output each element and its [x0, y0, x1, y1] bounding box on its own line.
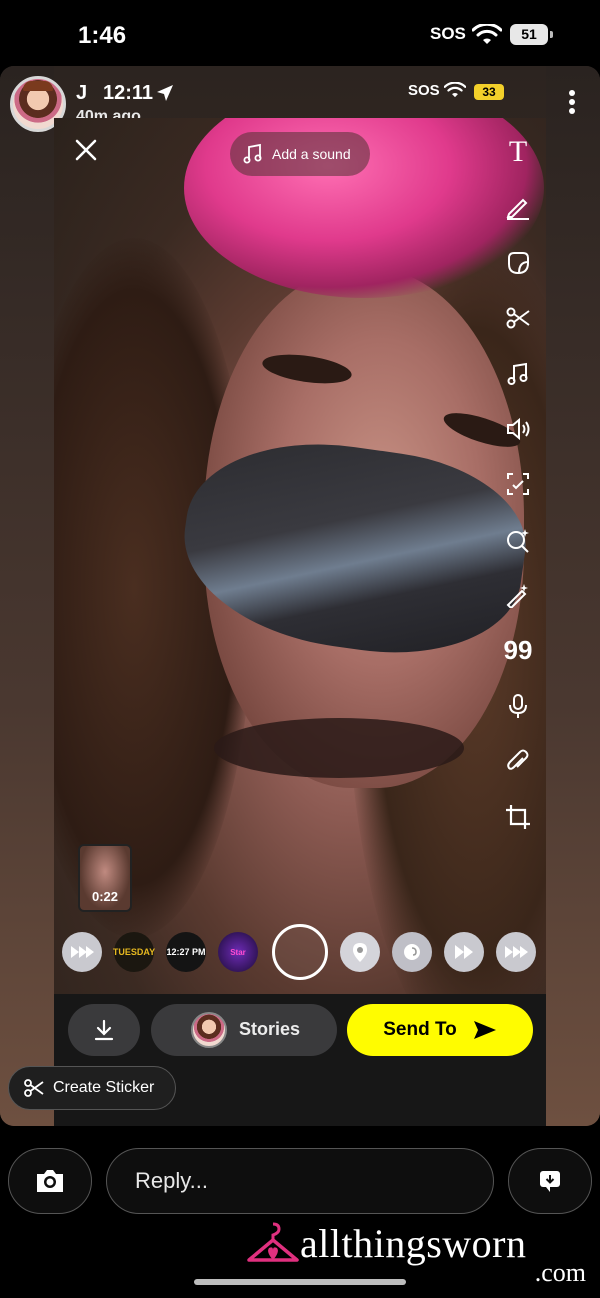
close-icon[interactable] — [74, 138, 98, 162]
add-sound-button[interactable]: Add a sound — [230, 132, 370, 176]
story-backdrop-left — [0, 66, 54, 1126]
home-indicator[interactable] — [194, 1279, 406, 1285]
snap-photo[interactable]: Add a sound T 99 0:22 — [54, 118, 546, 1060]
send-arrow-icon — [473, 1021, 496, 1039]
stories-avatar — [191, 1012, 227, 1048]
capture-button[interactable] — [272, 924, 328, 980]
download-button[interactable] — [68, 1004, 140, 1056]
speed-lens-icon[interactable] — [444, 932, 484, 972]
status-time: 1:46 — [78, 22, 127, 49]
watermark-name: allthingsworn — [300, 1221, 527, 1266]
snail-lens-icon[interactable] — [392, 932, 432, 972]
smart-select-icon[interactable] — [500, 466, 536, 502]
time-lens[interactable]: 12:27 PM — [166, 932, 206, 972]
send-to-label: Send To — [383, 1019, 457, 1040]
microphone-icon[interactable] — [500, 688, 536, 724]
magic-wand-icon[interactable] — [500, 577, 536, 613]
save-chat-icon — [540, 1171, 560, 1192]
download-icon — [94, 1019, 114, 1041]
add-sound-label: Add a sound — [272, 146, 351, 162]
pen-tool-icon[interactable] — [500, 189, 536, 225]
triple-speed-lens-icon[interactable] — [496, 932, 536, 972]
paperclip-icon[interactable] — [500, 743, 536, 779]
hanger-logo-icon — [247, 1222, 299, 1262]
camera-icon — [37, 1170, 63, 1192]
scissors-icon — [24, 1079, 44, 1097]
fast-forward-lens-icon[interactable] — [62, 932, 102, 972]
volume-icon[interactable] — [500, 411, 536, 447]
story-card[interactable]: J 12:11 40m ago SOS 33 Add a sound T 99 … — [0, 66, 600, 1126]
battery-indicator: 51 — [510, 24, 553, 45]
status-bar: 1:46 SOS 51 — [0, 0, 600, 64]
watermark: allthingsworn .com — [246, 1214, 596, 1287]
send-to-button[interactable]: Send To — [347, 1004, 533, 1056]
stories-button[interactable]: Stories — [151, 1004, 337, 1056]
location-lens-icon[interactable] — [340, 932, 380, 972]
reply-input[interactable] — [106, 1148, 494, 1214]
crop-icon[interactable] — [500, 799, 536, 835]
story-user-name[interactable]: J — [76, 82, 87, 105]
wifi-icon — [472, 24, 502, 44]
lens-carousel: TUESDAY 12:27 PM Star — [54, 924, 546, 980]
sticker-tool-icon[interactable] — [500, 245, 536, 281]
scissors-icon[interactable] — [500, 300, 536, 336]
status-sos: SOS — [430, 24, 466, 43]
tuesday-lens[interactable]: TUESDAY — [113, 932, 155, 972]
captured-wifi-icon — [444, 82, 466, 98]
editor-toolbar: T 99 — [500, 134, 536, 854]
captured-status-sos: SOS — [408, 82, 440, 99]
text-tool-icon[interactable]: T — [500, 134, 536, 170]
watermark-tld: .com — [534, 1258, 586, 1287]
ai-search-icon[interactable] — [500, 522, 536, 558]
clip-duration: 0:22 — [91, 889, 119, 904]
music-note-icon — [243, 143, 262, 164]
clip-thumbnail[interactable]: 0:22 — [78, 844, 132, 912]
save-to-chat-button[interactable] — [508, 1148, 592, 1214]
story-backdrop-right — [546, 66, 600, 1126]
story-post-time: 12:11 — [103, 82, 154, 104]
galaxy-lens[interactable]: Star — [218, 932, 258, 972]
music-tool-icon[interactable] — [500, 356, 536, 392]
camera-button[interactable] — [8, 1148, 92, 1214]
location-arrow-icon — [157, 85, 173, 101]
create-sticker-button[interactable]: Create Sticker — [8, 1066, 176, 1110]
stories-label: Stories — [239, 1019, 301, 1039]
more-options-icon[interactable] — [562, 90, 582, 118]
create-sticker-label: Create Sticker — [53, 1079, 155, 1096]
quote-icon[interactable]: 99 — [500, 633, 536, 669]
captured-battery-indicator: 33 — [474, 84, 504, 100]
